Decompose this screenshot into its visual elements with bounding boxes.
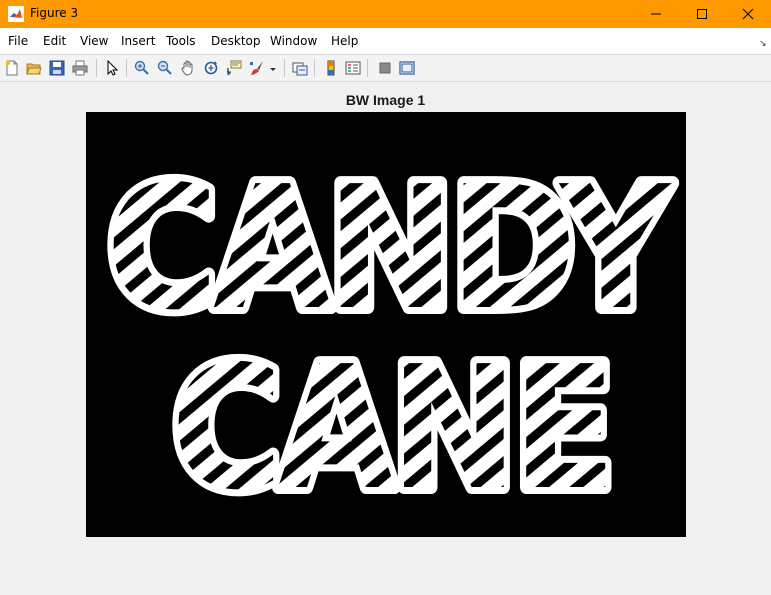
toolbar-separator <box>96 59 97 77</box>
maximize-button[interactable] <box>679 0 725 28</box>
toolbar-separator <box>367 59 368 77</box>
close-button[interactable] <box>725 0 771 28</box>
minimize-button[interactable] <box>633 0 679 28</box>
open-file-icon[interactable] <box>24 58 44 78</box>
data-cursor-icon[interactable] <box>224 58 244 78</box>
menu-help[interactable]: Help <box>331 34 358 48</box>
link-plot-icon[interactable] <box>290 58 310 78</box>
zoom-in-icon[interactable] <box>132 58 152 78</box>
dock-figure-icon[interactable]: ↘ <box>759 38 767 49</box>
menu-tools[interactable]: Tools <box>166 34 196 48</box>
toolbar-separator <box>126 59 127 77</box>
edit-plot-icon[interactable] <box>102 58 122 78</box>
print-icon[interactable] <box>70 58 90 78</box>
new-figure-icon[interactable] <box>2 58 22 78</box>
title-bar[interactable]: Figure 3 <box>0 0 771 28</box>
pan-icon[interactable] <box>178 58 198 78</box>
image-text-line-1: CANDY <box>106 150 673 348</box>
zoom-out-icon[interactable] <box>155 58 175 78</box>
save-icon[interactable] <box>47 58 67 78</box>
menu-file[interactable]: File <box>8 34 28 48</box>
toolbar-separator <box>314 59 315 77</box>
menu-bar: File Edit View Insert Tools Desktop Wind… <box>0 28 771 55</box>
menu-desktop[interactable]: Desktop <box>211 34 261 48</box>
menu-view[interactable]: View <box>80 34 108 48</box>
menu-window[interactable]: Window <box>270 34 317 48</box>
image-text-line-2: CANE <box>171 330 611 528</box>
toolbar-separator <box>284 59 285 77</box>
insert-legend-icon[interactable] <box>343 58 363 78</box>
figure-toolbar <box>0 55 771 82</box>
menu-edit[interactable]: Edit <box>43 34 66 48</box>
window-title: Figure 3 <box>30 6 79 20</box>
matlab-logo-icon <box>8 6 24 22</box>
brush-dropdown-chevron-icon[interactable] <box>267 58 279 78</box>
rotate-3d-icon[interactable] <box>201 58 221 78</box>
insert-colorbar-icon[interactable] <box>321 58 341 78</box>
image-axes[interactable]: CANDY CANE <box>86 112 686 537</box>
bw-image: CANDY CANE <box>99 143 686 535</box>
show-plot-tools-icon[interactable] <box>397 58 417 78</box>
brush-icon[interactable] <box>247 58 267 78</box>
menu-insert[interactable]: Insert <box>121 34 155 48</box>
axes-title: BW Image 1 <box>345 92 426 108</box>
hide-plot-tools-icon[interactable] <box>375 58 395 78</box>
